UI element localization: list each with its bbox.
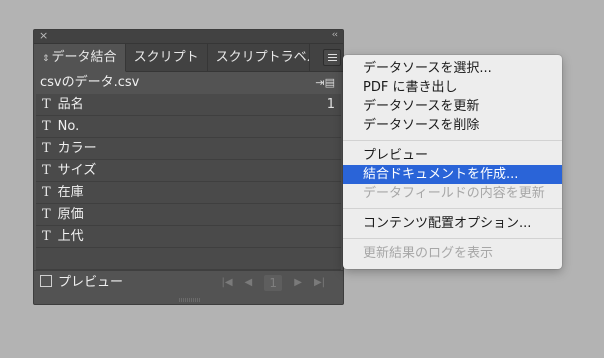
menu-item-update-field-content: データフィールドの内容を更新 <box>363 186 545 201</box>
field-row[interactable]: T 在庫 <box>36 182 341 204</box>
menu-separator <box>343 208 562 209</box>
field-list: T 品名 1 T No. T カラー T サイズ T 在庫 T 原価 T 上代 <box>36 94 341 270</box>
tab-scripts[interactable]: スクリプト <box>126 44 208 71</box>
resize-grip[interactable] <box>179 298 201 302</box>
panel-flyout-menu: データソースを選択... PDF に書き出し データソースを更新 データソースを… <box>343 55 562 269</box>
hamburger-menu-icon <box>328 54 337 61</box>
preview-label: プレビュー <box>58 275 124 290</box>
data-source-row: csvのデータ.csv ⇥▤ <box>34 72 343 94</box>
tab-script-label[interactable]: スクリプトラベル <box>208 44 310 71</box>
menu-item-remove-data-source[interactable]: データソースを削除 <box>343 116 562 135</box>
field-name: サイズ <box>57 163 97 178</box>
data-merge-panel: × ‹‹ ⇕ データ結合 スクリプト スクリプトラベル csvのデータ.csv ⇥… <box>33 29 344 305</box>
text-field-icon: T <box>42 97 51 112</box>
text-field-icon: T <box>42 163 51 178</box>
text-field-icon: T <box>42 207 51 222</box>
panel-footer: プレビュー |◀ ◀ 1 ▶ ▶| <box>34 270 343 295</box>
data-source-name: csvのデータ.csv <box>40 75 140 90</box>
menu-item-export-pdf[interactable]: PDF に書き出し <box>343 78 562 97</box>
menu-item-select-data-source[interactable]: データソースを選択... <box>343 59 562 78</box>
menu-item-content-placement-options[interactable]: コンテンツ配置オプション... <box>343 214 562 233</box>
field-name: カラー <box>57 141 97 156</box>
menu-separator <box>343 238 562 239</box>
text-field-icon: T <box>42 119 51 134</box>
panel-titlebar[interactable]: × ‹‹ <box>34 30 343 44</box>
field-row[interactable]: T 原価 <box>36 204 341 226</box>
previous-record-icon[interactable]: ◀ <box>245 271 253 295</box>
field-row[interactable]: T サイズ <box>36 160 341 182</box>
tab-label: スクリプトラベル <box>215 50 310 65</box>
field-row[interactable]: T 上代 <box>36 226 341 248</box>
record-number-field[interactable]: 1 <box>264 275 283 291</box>
field-row[interactable]: T カラー <box>36 138 341 160</box>
first-record-icon[interactable]: |◀ <box>221 271 232 295</box>
menu-separator <box>343 140 562 141</box>
field-row[interactable]: T No. <box>36 116 341 138</box>
menu-item-preview[interactable]: プレビュー <box>343 146 562 165</box>
text-field-icon: T <box>42 141 51 156</box>
tab-label: データ結合 <box>51 50 117 65</box>
next-record-icon[interactable]: ▶ <box>294 271 302 295</box>
field-name: 在庫 <box>57 185 84 200</box>
field-value: 1 <box>326 97 335 112</box>
panel-tabs: ⇕ データ結合 スクリプト スクリプトラベル <box>34 44 343 72</box>
menu-item-create-merged-document[interactable]: 結合ドキュメントを作成... <box>343 165 562 184</box>
tab-arrows-icon: ⇕ <box>42 54 50 64</box>
text-field-icon: T <box>42 185 51 200</box>
panel-menu-button[interactable] <box>323 49 341 66</box>
field-name: 品名 <box>57 97 84 112</box>
field-row-empty <box>36 248 341 270</box>
collapse-icon[interactable]: ‹‹ <box>332 30 338 42</box>
text-field-icon: T <box>42 229 51 244</box>
tab-data-merge[interactable]: ⇕ データ結合 <box>34 44 126 72</box>
last-record-icon[interactable]: ▶| <box>314 271 325 295</box>
tab-label: スクリプト <box>133 50 199 65</box>
field-name: 原価 <box>57 207 84 222</box>
field-name: 上代 <box>57 229 84 244</box>
record-navigation: |◀ ◀ 1 ▶ ▶| <box>221 271 325 295</box>
menu-item-show-update-log: 更新結果のログを表示 <box>363 246 494 261</box>
field-name: No. <box>57 119 80 134</box>
menu-item-update-data-source[interactable]: データソースを更新 <box>343 97 562 116</box>
close-icon[interactable]: × <box>39 30 48 42</box>
field-row[interactable]: T 品名 1 <box>36 94 341 116</box>
preview-checkbox[interactable] <box>40 275 52 287</box>
place-field-icon[interactable]: ⇥▤ <box>315 72 335 94</box>
